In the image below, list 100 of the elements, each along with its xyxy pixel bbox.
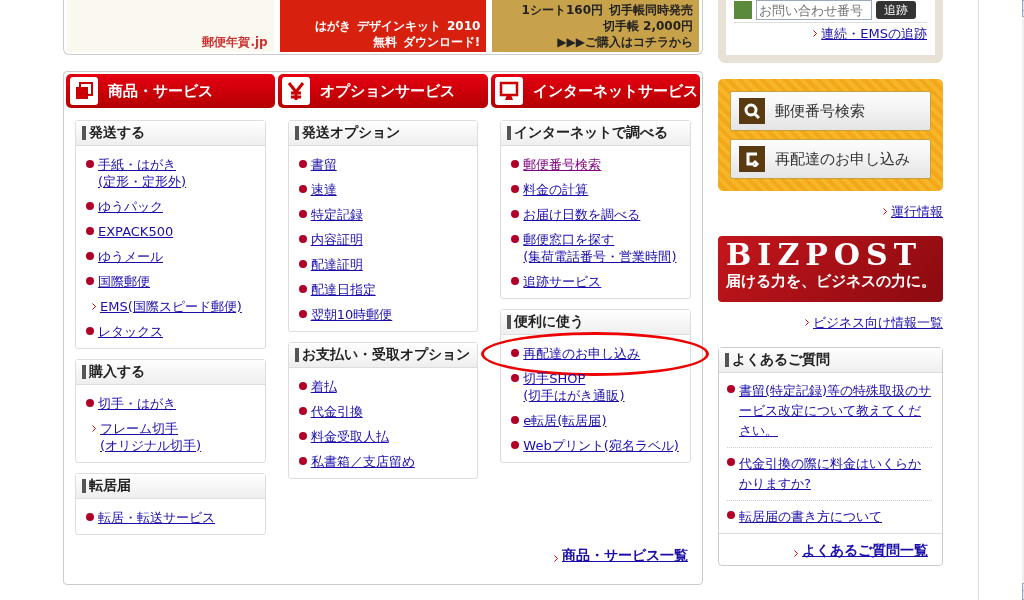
bullet-icon [511,277,520,285]
bullet-icon [727,385,735,393]
service-link[interactable]: ゆうメール [98,248,163,265]
category-title: インターネットサービス [532,81,698,101]
service-link[interactable]: 郵便番号検索 [523,156,602,173]
service-link[interactable]: EXPACK500 [98,223,174,240]
bullet-icon [86,227,94,235]
bullet-icon [511,185,520,193]
bullet-icon [86,160,94,168]
quick-button[interactable]: 郵便番号検索 [730,91,931,131]
service-link[interactable]: EMS(国際スピード郵便) [100,298,242,315]
service-link[interactable]: e転居(転居届) [523,412,607,429]
service-link[interactable]: Webプリント(宛名ラベル) [523,437,679,454]
faq-link[interactable]: 書留(特定記録)等の特殊取扱のサービス改定について教えてください。 [739,381,932,441]
yen-icon [282,77,311,105]
faq-link[interactable]: 転居届の書き方について [739,507,882,527]
chevron-icon [883,208,887,215]
bullet-icon [298,210,307,218]
banner-text: 無料 [372,34,397,50]
service-link[interactable]: レタックス [98,323,163,340]
service-link[interactable]: 転居・転送サービス [98,509,215,526]
header-bar-icon [725,353,729,367]
banner-text: 郵便年賀.jp [202,34,268,50]
box-title: 購入する [89,363,145,381]
banner-tagline: 届ける力を、ビジネスの力に。 [726,272,935,291]
box-title: お支払い・受取オプション [301,346,470,364]
service-link[interactable]: 着払 [310,378,337,395]
service-link[interactable]: 料金の計算 [523,181,589,198]
search-icon [739,98,765,124]
service-link[interactable]: 代金引換 [310,403,363,420]
header-bar-icon [82,365,86,379]
header-bar-icon [294,348,299,362]
banner-text: 切手帳同時発売 [609,2,693,18]
bullet-icon [511,349,520,357]
category-title: オプションサービス [320,81,456,101]
chevron-icon [554,554,558,562]
service-link[interactable]: 国際郵便 [98,273,150,290]
banner-title: BIZPOST [726,238,923,272]
bullet-icon [511,416,520,424]
service-link[interactable]: 手紙・はがき (定形・定形外) [98,156,187,190]
service-link[interactable]: 内容証明 [310,231,363,248]
bullet-icon [511,441,520,449]
operation-link[interactable]: 運行情報 [891,203,943,220]
banner-text: デザインキット [356,18,441,34]
bullet-icon [298,185,307,193]
bullet-icon [298,160,307,168]
box-title: よくあるご質問 [732,351,830,369]
service-link[interactable]: フレーム切手 (オリジナル切手) [100,420,202,454]
category-title: 商品・サービス [108,81,213,101]
stamps-icon [70,77,98,105]
bullet-icon [86,252,94,260]
bizpost-banner[interactable]: BIZPOST 届ける力を、ビジネスの力に。 [718,236,943,302]
chevron-icon [794,549,798,557]
bullet-icon [298,310,307,318]
header-bar-icon [507,126,512,140]
quick-button[interactable]: 再配達のお申し込み [730,139,931,179]
faq-link[interactable]: 代金引換の際に料金はいくらかかりますか? [739,454,932,494]
service-link[interactable]: 郵便窓口を探す (集荷電話番号・営業時間) [523,231,677,265]
business-link[interactable]: ビジネス向け情報一覧 [813,314,943,331]
box-title: 転居届 [89,477,131,495]
banner-text: 1シート160円 [521,2,603,18]
service-link[interactable]: 追跡サービス [523,273,602,290]
service-link[interactable]: 料金受取人払 [310,428,389,445]
service-link[interactable]: 速達 [310,181,337,198]
service-link[interactable]: お届け日数を調べる [523,206,641,223]
faq-more-link[interactable]: よくあるご質問一覧 [802,542,928,559]
header-bar-icon [82,479,86,493]
service-link[interactable]: 配達証明 [310,256,363,273]
tracking-input[interactable]: お問い合わせ番号 [756,0,872,20]
service-link[interactable]: 切手・はがき [98,395,176,412]
header-bar-icon [507,315,512,329]
service-link[interactable]: 再配達のお申し込み [523,345,641,362]
service-link[interactable]: 特定記録 [310,206,363,223]
more-link[interactable]: 商品・サービス一覧 [562,547,688,564]
bullet-icon [298,285,307,293]
banner-text: 2010 [446,18,481,34]
chevron-icon [813,30,818,37]
banner-ad[interactable]: 1シート160円 切手帳同時発売 切手帳 2,000円 ▶▶▶ご購入はコチラから [492,0,699,52]
bullet-icon [511,235,520,243]
bullet-icon [86,399,94,407]
service-link[interactable]: 切手SHOP (切手はがき通販) [523,370,625,404]
bullet-icon [727,458,735,466]
tracking-link[interactable]: 連続・EMSの追跡 [821,25,927,42]
box-title: インターネットで調べる [514,124,669,142]
banner-text: ダウンロード! [402,34,481,50]
header-bar-icon [82,126,86,140]
bullet-icon [86,277,94,285]
chevron-icon [92,425,96,432]
service-link[interactable]: 翌朝10時郵便 [310,306,393,323]
service-link[interactable]: 書留 [310,156,337,173]
banner-ad[interactable]: はがき デザインキット 2010 無料 ダウンロード! [279,0,487,52]
bullet-icon [298,382,307,390]
banner-text: はがき [314,18,351,34]
chevron-icon [805,319,809,326]
service-link[interactable]: ゆうパック [98,198,163,215]
track-button[interactable]: 追跡 [876,1,916,19]
service-link[interactable]: 配達日指定 [310,281,376,298]
banner-text: ▶▶▶ご購入はコチラから [557,34,693,50]
banner-ad[interactable]: 郵便年賀.jp [67,0,274,52]
service-link[interactable]: 私書箱／支店留め [310,453,415,470]
